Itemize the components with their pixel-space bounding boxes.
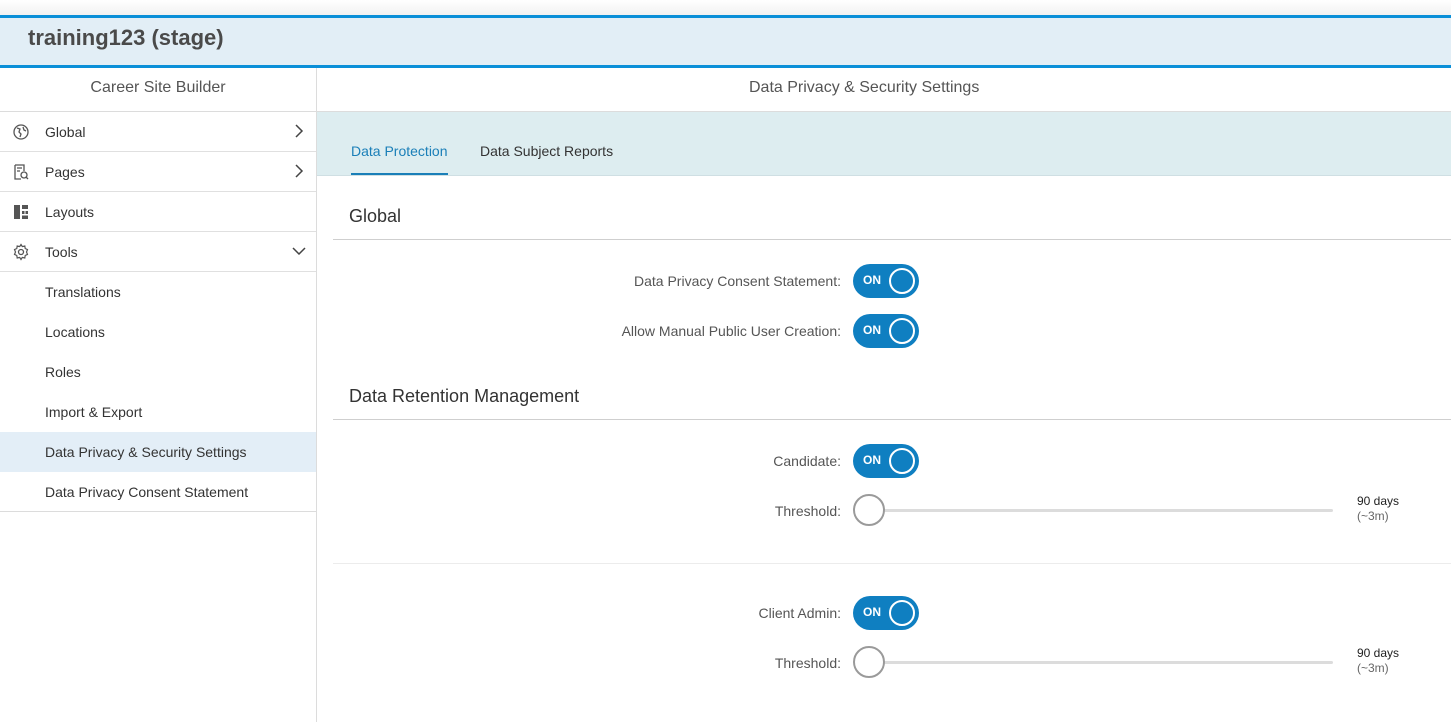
tab-data-subject-reports[interactable]: Data Subject Reports (480, 143, 613, 173)
toggle-knob (889, 600, 915, 626)
top-edge (0, 0, 1451, 15)
consent-statement-toggle[interactable]: ON (853, 264, 919, 298)
slider-track (869, 661, 1333, 664)
client-admin-threshold-value: 90 days (~3m) (1357, 646, 1399, 675)
sidebar-subitem-data-privacy-consent[interactable]: Data Privacy Consent Statement (0, 472, 316, 512)
threshold-days: 90 days (1357, 494, 1400, 508)
manual-user-creation-toggle[interactable]: ON (853, 314, 919, 348)
candidate-label: Candidate: (773, 453, 841, 469)
threshold-days: 90 days (1357, 646, 1400, 660)
chevron-right-icon (292, 164, 306, 178)
chevron-right-icon (292, 124, 306, 138)
sidebar-item-global[interactable]: Global (0, 112, 316, 152)
sidebar-item-tools[interactable]: Tools (0, 232, 316, 272)
toggle-knob (889, 448, 915, 474)
candidate-threshold-slider[interactable] (853, 493, 1333, 527)
threshold-approx: (~3m) (1357, 509, 1389, 523)
section-title-global: Global (349, 206, 402, 226)
globe-icon (12, 123, 30, 141)
section-divider (333, 419, 1451, 420)
section-divider (333, 239, 1451, 240)
sidebar-item-pages[interactable]: Pages (0, 152, 316, 192)
slider-track (869, 509, 1333, 512)
tab-data-protection[interactable]: Data Protection (351, 143, 448, 175)
sidebar-subitem-data-privacy-security[interactable]: Data Privacy & Security Settings (0, 432, 316, 472)
client-admin-toggle[interactable]: ON (853, 596, 919, 630)
sidebar-item-label: Tools (45, 244, 78, 260)
candidate-toggle[interactable]: ON (853, 444, 919, 478)
sidebar-subitem-locations[interactable]: Locations (0, 312, 316, 352)
toggle-state: ON (863, 273, 881, 287)
candidate-threshold-label: Threshold: (774, 503, 841, 519)
main-panel: Data Privacy & Security Settings Data Pr… (317, 68, 1451, 722)
layout-icon (12, 203, 30, 221)
page-title: Data Privacy & Security Settings (317, 68, 1451, 112)
client-admin-threshold-slider[interactable] (853, 645, 1333, 679)
sidebar-item-label: Layouts (45, 204, 95, 220)
sidebar-item-label: Pages (45, 164, 85, 180)
toggle-state: ON (863, 323, 881, 337)
sidebar-title: Career Site Builder (0, 68, 316, 112)
toggle-knob (889, 268, 915, 294)
chevron-down-icon (292, 244, 306, 258)
sidebar-subitem-label: Data Privacy & Security Settings (45, 444, 247, 460)
app-header: training123 (stage) (0, 15, 1451, 68)
sidebar-item-layouts[interactable]: Layouts (0, 192, 316, 232)
gear-icon (12, 243, 30, 261)
client-admin-threshold-label: Threshold: (774, 655, 841, 671)
toggle-state: ON (863, 453, 881, 467)
sidebar-subitem-label: Import & Export (45, 404, 143, 420)
sidebar-subitem-label: Locations (45, 324, 105, 340)
site-title: training123 (stage) (28, 25, 224, 50)
sidebar-subitem-roles[interactable]: Roles (0, 352, 316, 392)
slider-thumb[interactable] (853, 646, 885, 678)
sidebar-subitem-import-export[interactable]: Import & Export (0, 392, 316, 432)
sidebar-subitem-translations[interactable]: Translations (0, 272, 316, 312)
client-admin-label: Client Admin: (758, 605, 841, 621)
tab-bar: Data Protection Data Subject Reports (317, 112, 1451, 176)
candidate-threshold-value: 90 days (~3m) (1357, 494, 1399, 523)
sidebar-subitem-label: Roles (45, 364, 81, 380)
consent-statement-label: Data Privacy Consent Statement: (634, 273, 841, 289)
toggle-knob (889, 318, 915, 344)
threshold-approx: (~3m) (1357, 661, 1389, 675)
slider-thumb[interactable] (853, 494, 885, 526)
sidebar-item-label: Global (45, 124, 86, 140)
toggle-state: ON (863, 605, 881, 619)
manual-user-creation-label: Allow Manual Public User Creation: (621, 323, 841, 339)
page-search-icon (12, 163, 30, 181)
sidebar: Career Site Builder Global Pages Layouts… (0, 68, 317, 722)
sidebar-subitem-label: Data Privacy Consent Statement (45, 484, 249, 500)
section-title-retention: Data Retention Management (349, 386, 580, 406)
sidebar-subitem-label: Translations (45, 284, 121, 300)
group-divider (333, 563, 1451, 564)
